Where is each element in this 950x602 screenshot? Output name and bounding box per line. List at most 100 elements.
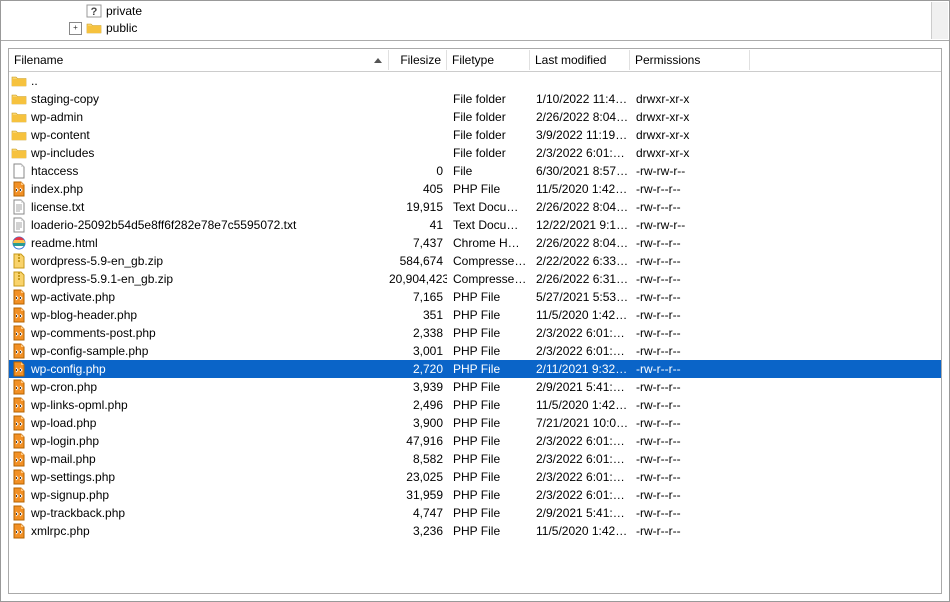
- file-size: 19,915: [389, 200, 447, 214]
- file-html-icon: [11, 235, 27, 251]
- file-blank-icon: [11, 163, 27, 179]
- file-type: PHP File: [447, 524, 530, 538]
- file-name: htaccess: [31, 164, 78, 178]
- file-listing[interactable]: Filename Filesize Filetype Last modified…: [8, 48, 942, 594]
- file-php-icon: [11, 343, 27, 359]
- tree-item-label: private: [106, 4, 142, 18]
- file-text-icon: [11, 217, 27, 233]
- tree-item[interactable]: private: [69, 3, 142, 19]
- file-php-icon: [11, 379, 27, 395]
- col-header-modified[interactable]: Last modified: [530, 50, 630, 70]
- file-type: PHP File: [447, 470, 530, 484]
- table-row[interactable]: wp-trackback.php4,747PHP File2/9/2021 5:…: [9, 504, 941, 522]
- file-type: File folder: [447, 110, 530, 124]
- file-permissions: -rw-r--r--: [630, 272, 750, 286]
- table-row[interactable]: wp-config-sample.php3,001PHP File2/3/202…: [9, 342, 941, 360]
- col-header-filename[interactable]: Filename: [9, 50, 389, 70]
- file-modified: 11/5/2020 1:42:…: [530, 398, 630, 412]
- table-row[interactable]: loaderio-25092b54d5e8ff6f282e78e7c559507…: [9, 216, 941, 234]
- col-header-permissions[interactable]: Permissions: [630, 50, 750, 70]
- table-row[interactable]: xmlrpc.php3,236PHP File11/5/2020 1:42:…-…: [9, 522, 941, 540]
- file-name: wp-mail.php: [31, 452, 96, 466]
- table-row[interactable]: wp-cron.php3,939PHP File2/9/2021 5:41:2……: [9, 378, 941, 396]
- file-permissions: -rw-r--r--: [630, 416, 750, 430]
- table-row[interactable]: wordpress-5.9-en_gb.zip584,674Compresse……: [9, 252, 941, 270]
- file-type: PHP File: [447, 506, 530, 520]
- file-php-icon: [11, 289, 27, 305]
- table-row[interactable]: index.php405PHP File11/5/2020 1:42:…-rw-…: [9, 180, 941, 198]
- table-row[interactable]: license.txt19,915Text Docu…2/26/2022 8:0…: [9, 198, 941, 216]
- file-name: wp-settings.php: [31, 470, 115, 484]
- file-permissions: -rw-r--r--: [630, 488, 750, 502]
- table-row[interactable]: wp-contentFile folder3/9/2022 11:19:…drw…: [9, 126, 941, 144]
- file-modified: 5/27/2021 5:53:…: [530, 290, 630, 304]
- table-row[interactable]: readme.html7,437Chrome H…2/26/2022 8:04:…: [9, 234, 941, 252]
- file-modified: 2/3/2022 6:01:4…: [530, 146, 630, 160]
- file-modified: 2/26/2022 8:04:…: [530, 200, 630, 214]
- file-size: 47,916: [389, 434, 447, 448]
- file-permissions: -rw-r--r--: [630, 506, 750, 520]
- table-row[interactable]: wp-mail.php8,582PHP File2/3/2022 6:01:3……: [9, 450, 941, 468]
- file-size: 7,437: [389, 236, 447, 250]
- folder-closed-icon: [86, 20, 102, 36]
- file-php-icon: [11, 451, 27, 467]
- table-row[interactable]: wp-settings.php23,025PHP File2/3/2022 6:…: [9, 468, 941, 486]
- tree-scrollbar[interactable]: [931, 2, 948, 39]
- file-modified: 2/3/2022 6:01:4…: [530, 488, 630, 502]
- folder-unknown-icon: [86, 3, 102, 19]
- file-permissions: -rw-r--r--: [630, 434, 750, 448]
- file-type: File folder: [447, 128, 530, 142]
- file-name: wp-activate.php: [31, 290, 115, 304]
- tree-item-label: public: [106, 21, 137, 35]
- file-name: wp-blog-header.php: [31, 308, 137, 322]
- file-type: Text Docu…: [447, 218, 530, 232]
- table-row[interactable]: wp-links-opml.php2,496PHP File11/5/2020 …: [9, 396, 941, 414]
- table-row[interactable]: wp-adminFile folder2/26/2022 8:04:…drwxr…: [9, 108, 941, 126]
- table-row[interactable]: htaccess0File6/30/2021 8:57:…-rw-rw-r--: [9, 162, 941, 180]
- table-row[interactable]: wordpress-5.9.1-en_gb.zip20,904,423Compr…: [9, 270, 941, 288]
- col-header-filetype[interactable]: Filetype: [447, 50, 530, 70]
- file-php-icon: [11, 433, 27, 449]
- file-name: index.php: [31, 182, 83, 196]
- file-modified: 2/22/2022 6:33:…: [530, 254, 630, 268]
- file-type: PHP File: [447, 380, 530, 394]
- tree-toggle-icon[interactable]: +: [69, 22, 82, 35]
- file-permissions: -rw-r--r--: [630, 524, 750, 538]
- file-permissions: -rw-r--r--: [630, 398, 750, 412]
- table-row[interactable]: wp-load.php3,900PHP File7/21/2021 10:0…-…: [9, 414, 941, 432]
- file-name: wp-includes: [31, 146, 94, 160]
- file-modified: 6/30/2021 8:57:…: [530, 164, 630, 178]
- file-modified: 7/21/2021 10:0…: [530, 416, 630, 430]
- file-permissions: -rw-r--r--: [630, 452, 750, 466]
- file-size: 41: [389, 218, 447, 232]
- file-permissions: -rw-r--r--: [630, 254, 750, 268]
- file-modified: 11/5/2020 1:42:…: [530, 182, 630, 196]
- file-size: 2,496: [389, 398, 447, 412]
- file-rows-body[interactable]: ..staging-copyFile folder1/10/2022 11:4……: [9, 72, 941, 593]
- table-row[interactable]: wp-includesFile folder2/3/2022 6:01:4…dr…: [9, 144, 941, 162]
- table-row[interactable]: wp-config.php2,720PHP File2/11/2021 9:32…: [9, 360, 941, 378]
- table-row[interactable]: wp-login.php47,916PHP File2/3/2022 6:01:…: [9, 432, 941, 450]
- file-type: File folder: [447, 146, 530, 160]
- file-name: readme.html: [31, 236, 98, 250]
- file-size: 0: [389, 164, 447, 178]
- folder-closed-icon: [11, 109, 27, 125]
- file-name: wp-config.php: [31, 362, 106, 376]
- file-name: wp-content: [31, 128, 90, 142]
- file-permissions: -rw-r--r--: [630, 290, 750, 304]
- table-row[interactable]: wp-signup.php31,959PHP File2/3/2022 6:01…: [9, 486, 941, 504]
- table-row[interactable]: wp-comments-post.php2,338PHP File2/3/202…: [9, 324, 941, 342]
- table-row[interactable]: wp-activate.php7,165PHP File5/27/2021 5:…: [9, 288, 941, 306]
- table-row[interactable]: wp-blog-header.php351PHP File11/5/2020 1…: [9, 306, 941, 324]
- col-header-filesize[interactable]: Filesize: [389, 50, 447, 70]
- file-modified: 11/5/2020 1:42:…: [530, 308, 630, 322]
- table-row[interactable]: staging-copyFile folder1/10/2022 11:4…dr…: [9, 90, 941, 108]
- remote-tree-pane[interactable]: private + public: [1, 1, 949, 41]
- file-size: 2,720: [389, 362, 447, 376]
- file-name: wp-login.php: [31, 434, 99, 448]
- table-row[interactable]: ..: [9, 72, 941, 90]
- file-php-icon: [11, 397, 27, 413]
- tree-item[interactable]: + public: [69, 20, 142, 36]
- file-name: wp-trackback.php: [31, 506, 125, 520]
- file-type: PHP File: [447, 344, 530, 358]
